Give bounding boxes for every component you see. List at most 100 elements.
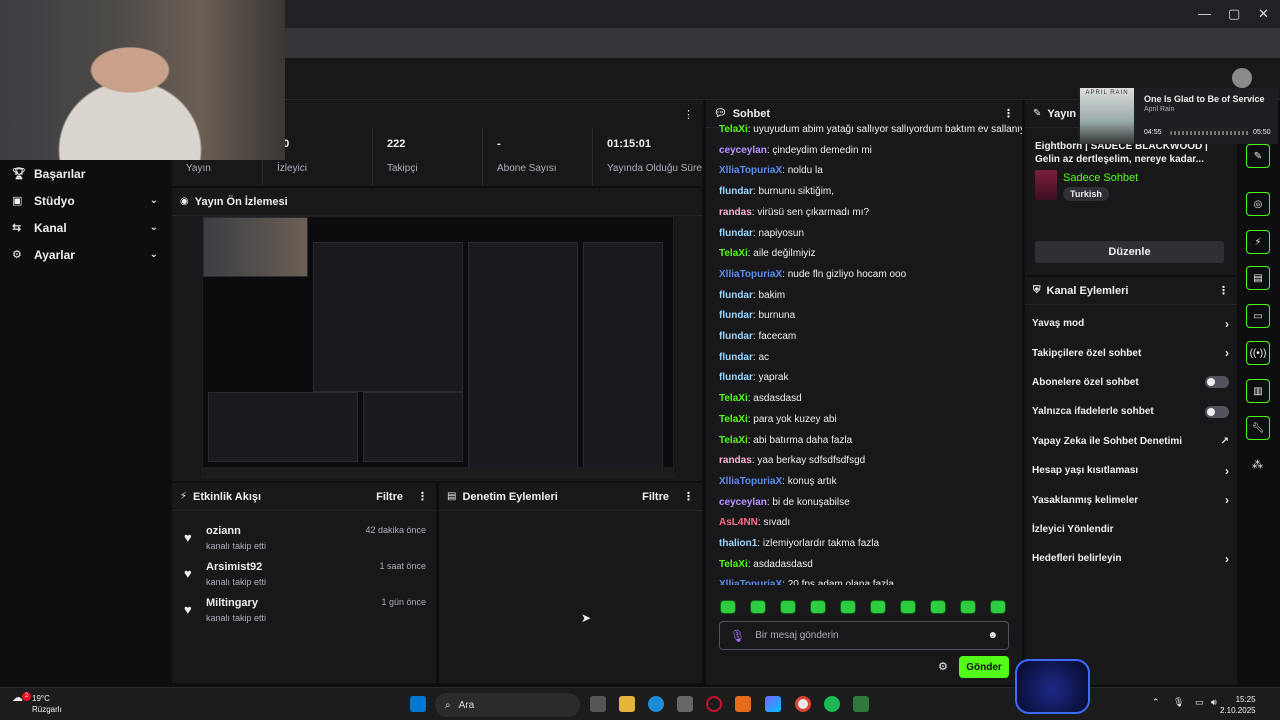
stat-uptime: 01:15:01 Yayında Olduğu Süre: [607, 138, 702, 174]
opera-icon[interactable]: [706, 696, 722, 712]
chat-username[interactable]: AsL4NN: [719, 517, 758, 528]
filter-button[interactable]: Filtre: [376, 491, 403, 503]
emote-icon[interactable]: [750, 600, 766, 614]
emote-icon[interactable]: [990, 600, 1006, 614]
edge-icon[interactable]: [648, 696, 664, 712]
send-button[interactable]: Gönder: [959, 656, 1009, 678]
more-options-icon[interactable]: ⋮: [683, 108, 694, 121]
chat-username[interactable]: XlliaTopuriaX: [719, 269, 782, 280]
filter-button[interactable]: Filtre: [642, 491, 669, 503]
close-icon[interactable]: ✕: [1258, 6, 1269, 22]
app-icon[interactable]: [735, 696, 751, 712]
chat-username[interactable]: TelaXi: [719, 124, 748, 135]
chat-username[interactable]: thalion1: [719, 538, 757, 549]
chevron-right-icon: ›: [1225, 551, 1229, 566]
taskbar-search[interactable]: ⌕ Ara: [435, 693, 580, 717]
toggle-switch[interactable]: [1205, 405, 1229, 418]
weather-widget[interactable]: ☁ 2 19°C Rüzgarlı: [12, 692, 62, 715]
chevron-up-icon[interactable]: ⌃: [1152, 697, 1160, 708]
emote-icon[interactable]: [900, 600, 916, 614]
camera-icon[interactable]: ◎: [1246, 192, 1270, 216]
chat-username[interactable]: XlliaTopuriaX: [719, 579, 782, 585]
emote-icon[interactable]: [960, 600, 976, 614]
emote-icon[interactable]: [930, 600, 946, 614]
document-icon: ▤: [447, 491, 457, 502]
emote-icon[interactable]: [840, 600, 856, 614]
wrench-icon[interactable]: 🔧︎: [1246, 416, 1270, 440]
spotify-icon[interactable]: [824, 696, 840, 712]
windows-start-icon[interactable]: [410, 696, 426, 712]
layout-icon[interactable]: ▥: [1246, 379, 1270, 403]
chat-messages[interactable]: TelaXi: uyuyudum abim yatağı sallıyor sa…: [706, 120, 1022, 585]
toggle-switch[interactable]: [1205, 376, 1229, 389]
chat-username[interactable]: XlliaTopuriaX: [719, 165, 782, 176]
sidebar-item-basarilar[interactable]: 🏆︎ Başarılar: [0, 160, 170, 187]
chat-username[interactable]: XlliaTopuriaX: [719, 476, 782, 487]
chat-username[interactable]: flundar: [719, 331, 753, 342]
chat-username[interactable]: flundar: [719, 372, 753, 383]
chat-username[interactable]: flundar: [719, 228, 753, 239]
sidebar-item-kanal[interactable]: ⇆ Kanal ⌄: [0, 214, 170, 241]
pencil-icon[interactable]: ✎: [1246, 144, 1270, 168]
copilot-icon[interactable]: [765, 696, 781, 712]
emoji-icon[interactable]: ☻: [987, 630, 998, 641]
channel-action-item[interactable]: Takipçilere özel sohbet ›: [1025, 338, 1237, 367]
file-explorer-icon[interactable]: [619, 696, 635, 712]
clock[interactable]: 15:25 2.10.2025: [1220, 694, 1256, 716]
sidebar-item-ayarlar[interactable]: ⚙ Ayarlar ⌄: [0, 241, 170, 268]
channel-action-item[interactable]: Hesap yaşı kısıtlaması ›: [1025, 456, 1237, 485]
app-icon[interactable]: [853, 696, 869, 712]
more-options-icon[interactable]: ⋮: [683, 490, 694, 503]
microphone-icon[interactable]: 🎙︎: [1173, 697, 1184, 708]
chat-username[interactable]: ceyceylan: [719, 145, 767, 156]
gear-icon[interactable]: ⚙: [938, 660, 948, 673]
stream-preview-video[interactable]: [202, 216, 674, 478]
network-icon[interactable]: ▭: [1195, 697, 1204, 708]
chrome-icon[interactable]: [795, 696, 811, 712]
store-icon[interactable]: [677, 696, 693, 712]
chat-input[interactable]: 🎙︎ Bir mesaj gönderin ☻: [719, 621, 1009, 650]
channel-action-item[interactable]: İzleyici Yönlendir: [1025, 515, 1237, 544]
channel-action-item[interactable]: Abonelere özel sohbet: [1025, 368, 1237, 397]
microphone-icon[interactable]: 🎙︎: [730, 629, 745, 643]
sidebar-item-studyo[interactable]: ▣ Stüdyo ⌄: [0, 187, 170, 214]
emote-icon[interactable]: [870, 600, 886, 614]
more-options-icon[interactable]: ⋮: [1218, 284, 1229, 297]
avatar[interactable]: [1232, 68, 1252, 88]
chat-username[interactable]: flundar: [719, 352, 753, 363]
channel-action-item[interactable]: Yalnızca ifadelerle sohbet: [1025, 397, 1237, 426]
emote-icon[interactable]: [780, 600, 796, 614]
edit-button[interactable]: Düzenle: [1035, 241, 1224, 263]
community-icon[interactable]: ⁂: [1252, 458, 1263, 471]
maximize-icon[interactable]: ▢: [1228, 6, 1240, 22]
channel-action-item[interactable]: Yapay Zeka ile Sohbet Denetimi ↗: [1025, 427, 1237, 456]
document-icon[interactable]: ▤: [1246, 266, 1270, 290]
chat-username[interactable]: randas: [719, 207, 752, 218]
chat-username[interactable]: flundar: [719, 310, 753, 321]
emote-icon[interactable]: [720, 600, 736, 614]
emote-icon[interactable]: [810, 600, 826, 614]
seek-bar[interactable]: [1170, 131, 1250, 135]
chat-icon[interactable]: ▭: [1246, 304, 1270, 328]
chat-username[interactable]: flundar: [719, 290, 753, 301]
lightning-icon[interactable]: ⚡︎: [1246, 230, 1270, 254]
chat-username[interactable]: TelaXi: [719, 559, 748, 570]
chat-username[interactable]: ceyceylan: [719, 497, 767, 508]
channel-action-item[interactable]: Yasaklanmış kelimeler ›: [1025, 485, 1237, 514]
task-view-icon[interactable]: [590, 696, 606, 712]
chat-username[interactable]: TelaXi: [719, 435, 748, 446]
channel-action-item[interactable]: Yavaş mod ›: [1025, 309, 1237, 338]
chat-username[interactable]: flundar: [719, 186, 753, 197]
volume-icon[interactable]: 🔊︎: [1211, 697, 1217, 708]
minimize-icon[interactable]: —: [1198, 6, 1211, 21]
more-options-icon[interactable]: ⋮: [1003, 107, 1014, 120]
chat-username[interactable]: TelaXi: [719, 393, 748, 404]
chat-username[interactable]: TelaXi: [719, 414, 748, 425]
chat-message: XlliaTopuriaX: konuş artık: [719, 475, 837, 487]
chat-username[interactable]: TelaXi: [719, 248, 748, 259]
broadcast-icon[interactable]: ((•)): [1246, 341, 1270, 365]
more-options-icon[interactable]: ⋮: [417, 490, 428, 503]
chat-username[interactable]: randas: [719, 455, 752, 466]
category-link[interactable]: Sadece Sohbet: [1063, 172, 1138, 184]
channel-action-item[interactable]: Hedefleri belirleyin ›: [1025, 544, 1237, 573]
